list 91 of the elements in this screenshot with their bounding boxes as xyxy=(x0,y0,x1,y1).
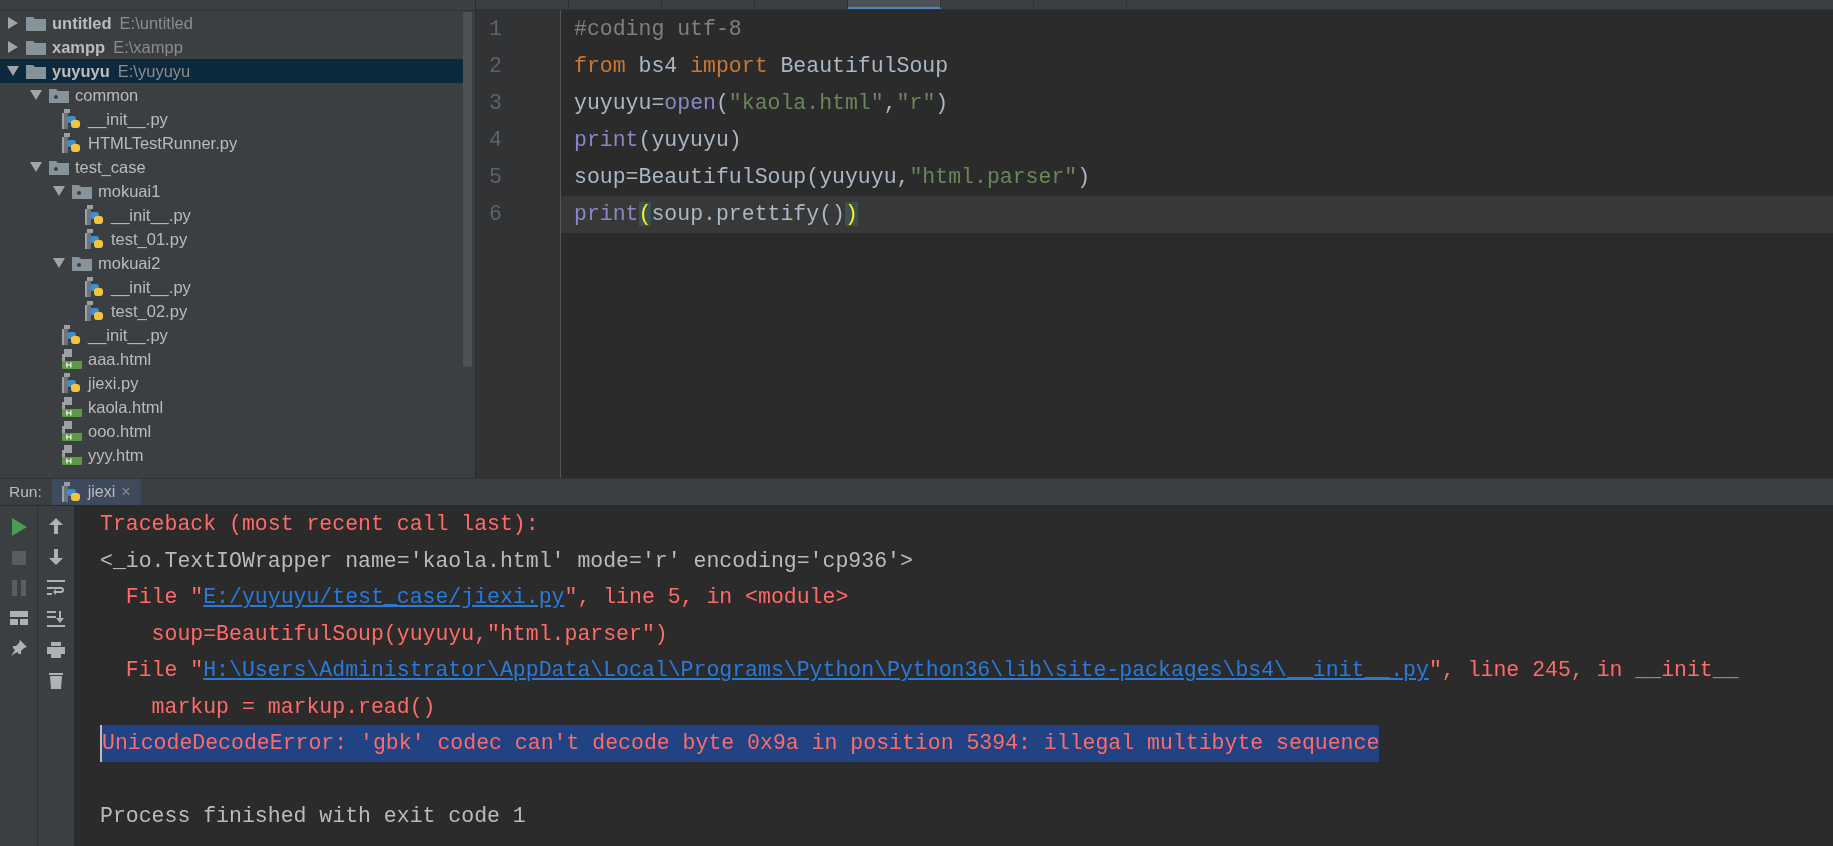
item-label: yuyuyu xyxy=(52,61,110,81)
item-label: test_case xyxy=(75,157,146,177)
pin-icon[interactable] xyxy=(10,640,27,656)
item-path: E:\untitled xyxy=(119,13,193,33)
folder-icon xyxy=(26,15,46,31)
tree-item[interactable]: yuyuyu E:\yuyuyu xyxy=(0,59,463,83)
code-line: #coding utf-8 xyxy=(573,16,743,43)
item-label: __init__.py xyxy=(88,109,168,129)
console-line: Traceback (most recent call last): xyxy=(100,511,539,538)
tree-item[interactable]: test_case xyxy=(0,155,463,179)
item-path: E:\xampp xyxy=(113,37,183,57)
tree-item[interactable]: ooo.html xyxy=(0,419,463,443)
folder-icon xyxy=(72,255,92,271)
tree-item[interactable]: HTMLTestRunner.py xyxy=(0,131,463,155)
console-line: Process finished with exit code 1 xyxy=(100,803,526,830)
item-label: test_01.py xyxy=(111,229,188,249)
folder-icon xyxy=(72,183,92,199)
item-label: mokuai2 xyxy=(98,253,161,273)
python-file-icon xyxy=(85,277,105,297)
console-line: File "E:/yuyuyu/test_case/jiexi.py", line 5, in <module> xyxy=(124,584,849,611)
tree-item[interactable]: aaa.html xyxy=(0,347,463,371)
arrow-down-icon[interactable] xyxy=(49,549,63,565)
play-icon[interactable] xyxy=(10,518,27,536)
code-line: from bs4 import BeautifulSoup xyxy=(573,53,950,80)
editor-tab[interactable] xyxy=(848,0,941,9)
tree-item[interactable]: test_02.py xyxy=(0,299,463,323)
item-label: aaa.html xyxy=(88,349,152,369)
code-editor[interactable]: #coding utf-8 from bs4 import BeautifulSoup yuyuyu=open("kaola.html","r") print(yuyuyu) soup=BeautifulSoup(yuyuyu,"html.parser") print(soup.prettify()) xyxy=(561,10,1833,478)
tree-item[interactable]: untitled E:\untitled xyxy=(0,11,463,35)
item-label: HTMLTestRunner.py xyxy=(88,133,238,153)
file-link[interactable]: H:\Users\Administrator\AppData\Local\Programs\Python\Python36\lib\site-packages\bs4\__init__.py xyxy=(203,658,1429,682)
stop-icon[interactable] xyxy=(11,551,26,565)
item-label: untitled xyxy=(52,13,112,33)
tree-item[interactable]: common xyxy=(0,83,463,107)
html-file-icon xyxy=(62,397,82,417)
python-file-icon xyxy=(61,482,82,502)
console-line: markup = markup.read() xyxy=(150,693,436,721)
run-tab[interactable]: jiexi × xyxy=(51,479,141,505)
layout-icon[interactable] xyxy=(9,611,28,625)
item-label: ooo.html xyxy=(88,421,152,441)
tree-item[interactable]: yyy.htm xyxy=(0,443,463,467)
console-line: File "H:\Users\Administrator\AppData\Local\Programs\Python\Python36\lib\site-packages\bs4\__init__.py", line 245, in __init__ xyxy=(124,657,1739,684)
tree-item[interactable]: xampp E:\xampp xyxy=(0,35,463,59)
item-label: common xyxy=(75,85,139,105)
console-line: <_io.TextIOWrapper name='kaola.html' mode='r' encoding='cp936'> xyxy=(100,547,913,575)
wrap-icon[interactable] xyxy=(47,580,65,596)
item-label: jiexi.py xyxy=(88,373,139,393)
item-label: __init__.py xyxy=(111,205,191,225)
arrow-up-icon[interactable] xyxy=(49,518,63,534)
tree-item[interactable]: jiexi.py xyxy=(0,371,463,395)
python-file-icon xyxy=(62,373,82,393)
tree-item[interactable]: kaola.html xyxy=(0,395,463,419)
folder-icon xyxy=(49,159,69,175)
scrollbar[interactable] xyxy=(463,12,472,367)
python-file-icon xyxy=(85,205,105,225)
python-file-icon xyxy=(62,325,82,345)
tree-item[interactable]: mokuai1 xyxy=(0,179,463,203)
item-label: __init__.py xyxy=(111,277,191,297)
pause-icon[interactable] xyxy=(11,580,26,596)
scroll-to-end-icon[interactable] xyxy=(47,611,65,627)
item-label: kaola.html xyxy=(88,397,164,417)
item-label: mokuai1 xyxy=(98,181,161,201)
folder-icon xyxy=(26,63,46,79)
console-line: soup=BeautifulSoup(yuyuyu,"html.parser") xyxy=(150,620,668,648)
tree-item[interactable]: __init__.py xyxy=(0,203,463,227)
trash-icon[interactable] xyxy=(49,673,63,689)
tree-item[interactable]: test_01.py xyxy=(0,227,463,251)
item-label: test_02.py xyxy=(111,301,188,321)
printer-icon[interactable] xyxy=(47,642,65,658)
item-label: yyy.htm xyxy=(88,445,144,465)
tree-item[interactable]: __init__.py xyxy=(0,107,463,131)
html-file-icon xyxy=(62,445,82,465)
html-file-icon xyxy=(62,349,82,369)
python-file-icon xyxy=(85,229,105,249)
tree-item[interactable]: mokuai2 xyxy=(0,251,463,275)
code-line: soup=BeautifulSoup(yuyuyu,"html.parser") xyxy=(573,164,1092,191)
folder-icon xyxy=(49,87,69,103)
item-label: xampp xyxy=(52,37,106,57)
file-link[interactable]: E:/yuyuyu/test_case/jiexi.py xyxy=(203,585,565,609)
code-line: yuyuyu=open("kaola.html","r") xyxy=(573,90,950,117)
run-label: Run: xyxy=(8,483,43,501)
python-file-icon xyxy=(85,301,105,321)
item-label: __init__.py xyxy=(88,325,168,345)
code-line: print(yuyuyu) xyxy=(573,127,743,154)
python-file-icon xyxy=(62,109,82,129)
html-file-icon xyxy=(62,421,82,441)
item-path: E:\yuyuyu xyxy=(117,61,191,81)
folder-icon xyxy=(26,39,46,55)
python-file-icon xyxy=(62,133,82,153)
tree-item[interactable]: __init__.py xyxy=(0,275,463,299)
tree-item[interactable]: __init__.py xyxy=(0,323,463,347)
